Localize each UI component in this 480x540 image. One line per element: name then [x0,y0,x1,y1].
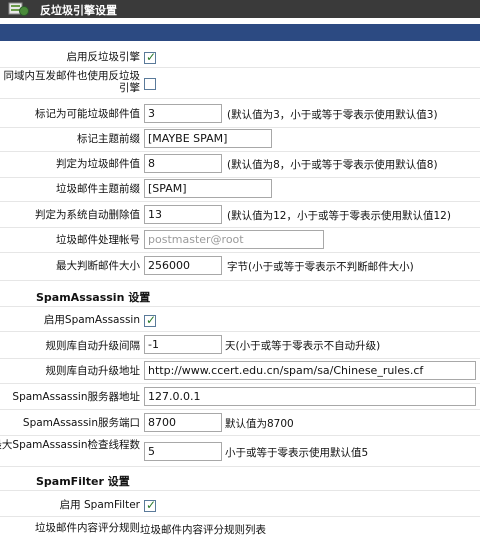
check-icon: ✓ [146,313,157,327]
sa-enable-label: 启用SpamAssassin [43,314,140,326]
sa-update-interval-hint: 天(小于或等于零表示不自动升级) [225,340,381,352]
same-domain-checkbox[interactable] [144,78,156,90]
check-icon: ✓ [146,498,157,512]
divider [0,358,480,359]
max-size-label: 最大判断邮件大小 [56,260,140,272]
divider [0,227,480,228]
spamassassin-section-title: SpamAssassin 设置 [36,291,151,304]
divider [0,409,480,410]
divider [0,383,480,384]
auto-delete-label: 判定为系统自动删除值 [35,209,140,221]
divider [0,151,480,152]
mark-possible-input[interactable]: 3 [144,104,222,123]
title-bar: 反垃圾引擎设置 [0,0,480,18]
mark-possible-hint: (默认值为3，小于或等于零表示使用默认值3) [227,109,438,121]
sa-max-threads-input[interactable]: 5 [144,442,222,461]
sa-server-port-label: SpamAssassin服务端口 [22,417,140,429]
auto-delete-input[interactable]: 13 [144,205,222,224]
mark-spam-label: 判定为垃圾邮件值 [56,158,140,170]
sa-update-url-input[interactable]: http://www.ccert.edu.cn/spam/sa/Chinese_… [144,361,476,380]
divider [0,331,480,332]
same-domain-label: 同域内互发邮件也使用反垃圾引擎 [3,70,141,94]
divider [0,201,480,202]
auto-delete-hint: (默认值为12，小于或等于零表示使用默认值12) [227,210,451,222]
divider [0,466,480,467]
divider [0,67,480,68]
spam-account-label: 垃圾邮件处理帐号 [56,234,140,246]
sa-server-port-hint: 默认值为8700 [225,418,294,430]
divider [0,98,480,99]
max-size-input[interactable]: 256000 [144,256,222,275]
sa-server-addr-input[interactable]: 127.0.0.1 [144,387,476,406]
header-band [0,24,480,41]
settings-app-icon [8,2,29,16]
spam-account-input[interactable]: postmaster@root [144,230,324,249]
check-icon: ✓ [146,50,157,64]
divider [0,435,480,436]
sa-server-addr-label: SpamAssassin服务器地址 [12,391,140,403]
sf-rules-label: 垃圾邮件内容评分规则 [35,522,140,534]
sa-enable-checkbox[interactable]: ✓ [144,313,157,327]
sa-update-interval-label: 规则库自动升级间隔 [45,340,141,352]
divider [0,177,480,178]
sa-update-interval-input[interactable]: -1 [144,335,222,354]
mark-possible-label: 标记为可能垃圾邮件值 [35,108,140,120]
spam-subject-prefix-input[interactable]: [SPAM] [144,179,272,198]
sa-server-port-input[interactable]: 8700 [144,413,222,432]
divider [0,280,480,281]
divider [0,516,480,517]
subject-prefix-label: 标记主题前缀 [77,133,140,145]
mark-spam-input[interactable]: 8 [144,154,222,173]
divider [0,127,480,128]
sa-max-threads-hint: 小于或等于零表示使用默认值5 [225,447,369,459]
divider [0,306,480,307]
spam-subject-prefix-label: 垃圾邮件主题前缀 [56,183,140,195]
page-title: 反垃圾引擎设置 [40,4,117,17]
max-size-hint: 字节(小于或等于零表示不判断邮件大小) [227,261,414,273]
divider [0,252,480,253]
sa-update-url-label: 规则库自动升级地址 [45,365,141,377]
enable-antispam-label: 启用反垃圾引擎 [66,51,141,63]
sf-rules-link[interactable]: 垃圾邮件内容评分规则列表 [140,522,266,537]
spamfilter-section-title: SpamFilter 设置 [36,475,130,488]
sf-enable-checkbox[interactable]: ✓ [144,498,157,512]
mark-spam-hint: (默认值为8，小于或等于零表示使用默认值8) [227,159,438,171]
sf-enable-label: 启用 SpamFilter [59,499,140,511]
divider [0,490,480,491]
sa-max-threads-label: 最大SpamAssassin检查线程数 [0,439,140,451]
enable-antispam-checkbox[interactable]: ✓ [144,50,157,64]
subject-prefix-input[interactable]: [MAYBE SPAM] [144,129,272,148]
